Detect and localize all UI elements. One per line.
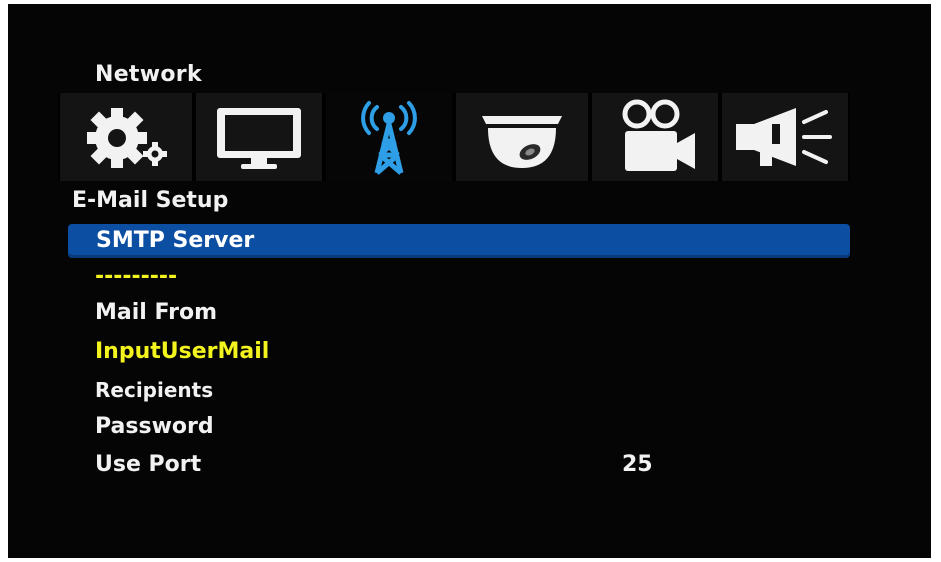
video-camera-icon [622,99,695,171]
password-item[interactable]: Password [95,414,214,439]
tab-display[interactable] [193,93,324,181]
mail-from-value[interactable]: InputUserMail [95,339,269,364]
megaphone-icon [735,108,832,166]
tab-camera[interactable] [454,93,590,181]
gear-icon [86,108,167,168]
menu-title: E-Mail Setup [72,188,229,213]
tab-alarm[interactable] [719,93,850,181]
use-port-label[interactable]: Use Port [95,452,201,477]
smtp-server-label: SMTP Server [96,228,255,253]
recipients-item[interactable]: Recipients [95,378,213,402]
mail-from-label[interactable]: Mail From [95,300,217,325]
smtp-server-value[interactable]: --------- [95,264,177,289]
tab-system[interactable] [58,93,194,181]
dome-camera-icon [481,116,562,168]
osd-screen: Network E-Mail Setup SMTP Server -------… [8,4,931,558]
tab-record[interactable] [589,93,720,181]
category-icon-bar [58,93,850,181]
monitor-icon [216,108,301,169]
tab-network[interactable] [323,93,454,181]
section-title: Network [95,62,202,87]
antenna-icon [361,101,417,175]
use-port-value[interactable]: 25 [622,452,653,477]
smtp-server-item[interactable]: SMTP Server [68,224,850,258]
